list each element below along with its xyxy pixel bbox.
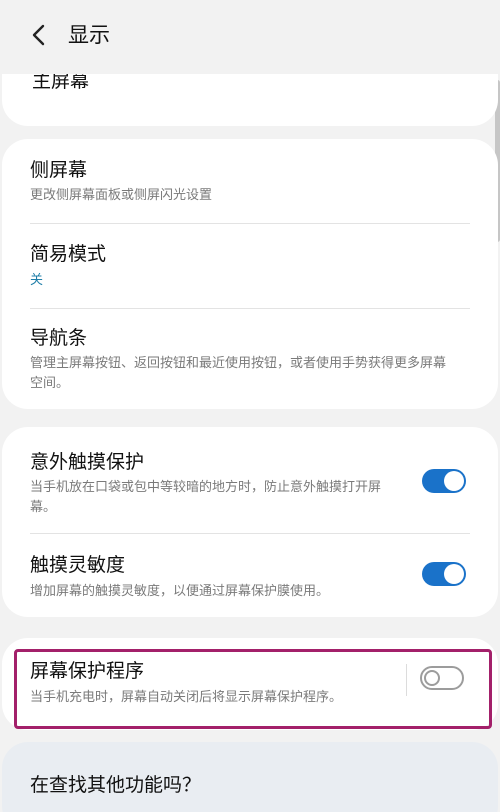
toggle-knob [444, 564, 464, 584]
easy-mode-status: 关 [30, 273, 44, 288]
edge-screen-title: 侧屏幕 [30, 159, 88, 181]
suggestions-title: 在查找其他功能吗？ [30, 774, 202, 796]
touch-sensitivity-subtitle: 增加屏幕的触摸灵敏度，以便通过屏幕保护膜使用。 [30, 584, 330, 599]
accidental-touch-subtitle: 当手机放在口袋或包中等较暗的地方时，防止意外触摸打开屏幕。 [30, 480, 382, 515]
list-item-accidental-touch[interactable]: 意外触摸保护 当手机放在口袋或包中等较暗的地方时，防止意外触摸打开屏幕。 [2, 427, 498, 531]
chevron-left-icon [32, 24, 45, 46]
touch-sensitivity-title: 触摸灵敏度 [30, 554, 126, 576]
edge-screen-subtitle: 更改侧屏幕面板或侧屏闪光设置 [30, 188, 213, 203]
back-button[interactable] [22, 18, 56, 52]
settings-card-1: 侧屏幕 更改侧屏幕面板或侧屏闪光设置 简易模式 关 导航条 管理主屏幕按钮、返回… [2, 139, 498, 409]
accidental-touch-title: 意外触摸保护 [30, 451, 145, 473]
home-screen-item[interactable]: 主屏幕 [2, 74, 498, 126]
home-screen-title: 主屏幕 [32, 74, 90, 92]
easy-mode-title: 简易模式 [30, 243, 107, 265]
highlight-frame [14, 649, 492, 729]
looking-for-something-else-card: 在查找其他功能吗？ [2, 742, 498, 812]
settings-card-2: 意外触摸保护 当手机放在口袋或包中等较暗的地方时，防止意外触摸打开屏幕。 触摸灵… [2, 427, 498, 617]
list-item-easy-mode[interactable]: 简易模式 关 [2, 224, 498, 308]
touch-sensitivity-toggle[interactable] [422, 562, 466, 586]
accidental-touch-toggle[interactable] [422, 469, 466, 493]
list-item-navigation-bar[interactable]: 导航条 管理主屏幕按钮、返回按钮和最近使用按钮，或者使用手势获得更多屏幕空间。 [2, 309, 498, 409]
navigation-bar-subtitle: 管理主屏幕按钮、返回按钮和最近使用按钮，或者使用手势获得更多屏幕空间。 [30, 356, 447, 391]
list-item-touch-sensitivity[interactable]: 触摸灵敏度 增加屏幕的触摸灵敏度，以便通过屏幕保护膜使用。 [2, 534, 498, 617]
list-item-edge-screen[interactable]: 侧屏幕 更改侧屏幕面板或侧屏闪光设置 [2, 139, 498, 223]
navigation-bar-title: 导航条 [30, 327, 88, 349]
toggle-knob [444, 471, 464, 491]
app-bar: 显示 [0, 0, 500, 72]
page-title: 显示 [68, 23, 110, 47]
display-settings-screen: 显示 主屏幕 侧屏幕 更改侧屏幕面板或侧屏闪光设置 简易模式 关 导航条 管理主… [0, 0, 500, 812]
